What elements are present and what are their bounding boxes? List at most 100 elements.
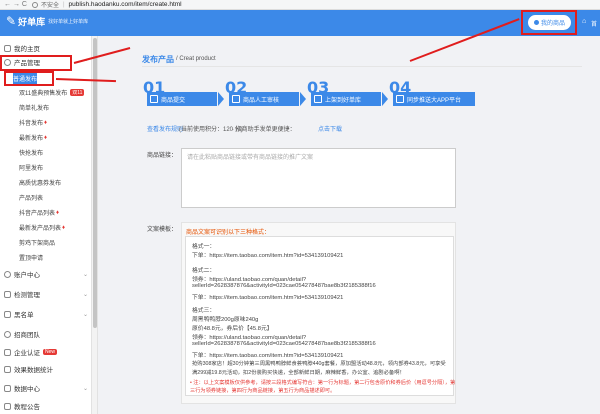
sidebar-sub-label: 双11盛典预售发布: [19, 91, 68, 97]
sidebar-item-label: 效果数据统计: [14, 367, 53, 374]
fire-icon: ♦: [44, 119, 48, 126]
sync-icon: [396, 95, 404, 103]
format-note: • 注：以上文案模板仅供参考，请按三段格式编写符合：第一行为标题，第二行包含原价…: [190, 380, 456, 386]
browser-address-bar: ← → C 不安全 | publish.haodanku.com/item/cr…: [0, 0, 600, 10]
sidebar-sub-label: 抖音产品列表: [19, 211, 56, 217]
format-line: 抢购308家店！超30分钟第三周黑鸭鸭脖鲜食荟鸭脖440g套餐，原加盟活动48.…: [192, 361, 446, 367]
sidebar-sub-douyin-publish[interactable]: 抖音发布 ♦: [19, 117, 47, 128]
sidebar-item-account[interactable]: 账户中心 ⌄: [0, 268, 92, 280]
sidebar-sub-top-apply[interactable]: 置顶申请: [19, 252, 43, 263]
sidebar-sub-latest-publish[interactable]: 最新发布 ♦: [19, 132, 47, 143]
link-field-label: 商品链接：: [147, 153, 178, 159]
plugin-download-link[interactable]: 点击下载: [318, 124, 342, 133]
sidebar-sub-label: 简单礼发布: [19, 106, 50, 112]
home-label[interactable]: 首: [591, 19, 597, 28]
step-arrow-icon: [218, 92, 224, 106]
sidebar-item-home[interactable]: 我的主页: [0, 42, 92, 54]
sidebar-sub-label: 高质优惠券发布: [19, 181, 62, 187]
step-label: 同步推送大APP平台: [407, 97, 462, 104]
logo[interactable]: ✎ 好单库 找好单就上好单库: [6, 14, 88, 28]
format-heading: 商品文案可识别以下三种格式：: [186, 230, 271, 236]
sidebar-sub-label: 阿里发布: [19, 166, 44, 172]
highlight-product-management: [0, 55, 72, 71]
url-field[interactable]: publish.haodanku.com/item/create.html: [69, 1, 182, 8]
sidebar-item-label: 教程公告: [14, 404, 40, 411]
step-bar: 商品人工审核: [229, 92, 299, 106]
browser-nav-buttons[interactable]: ← → C: [4, 1, 27, 8]
step-arrow-icon: [300, 92, 306, 106]
blacklist-icon: [4, 310, 11, 318]
highlight-normal-publish: [4, 71, 54, 86]
sidebar-item-blacklist[interactable]: 黑名单 ⌄: [0, 308, 92, 320]
home-menu-icon: [4, 44, 11, 52]
step-label: 商品提交: [161, 97, 186, 104]
step-bar: 上架到好单库: [311, 92, 381, 106]
chevron-down-icon: ⌄: [82, 385, 88, 392]
plugin-text: · 招商助手发单更便捷：: [232, 127, 296, 133]
step-arrow-icon: [382, 92, 388, 106]
sidebar-sub-offline-goods[interactable]: 剪鸡下架商品: [19, 237, 55, 248]
fire-icon: ♦: [56, 209, 60, 216]
sidebar-sub-quick-publish[interactable]: 快抢发布: [19, 147, 43, 158]
sidebar-sub-simple-gift[interactable]: 简单礼发布: [19, 102, 49, 113]
new-badge: New: [43, 349, 58, 355]
fire-icon: ♦: [44, 134, 48, 141]
sidebar-sub-product-list[interactable]: 产品列表: [19, 192, 43, 203]
publish-rules-link[interactable]: 查看发布规则: [147, 124, 183, 133]
submit-icon: [150, 95, 158, 103]
sidebar-item-data-center[interactable]: 数据中心 ⌄: [0, 382, 92, 394]
step-label: 商品人工审核: [243, 97, 280, 104]
book-icon: [4, 402, 11, 410]
format-line: 下单：https://item.taobao.com/item.htm?id=5…: [192, 295, 344, 301]
scrollbar-thumb[interactable]: [93, 38, 97, 328]
format-line: 领券：https://uland.taobao.com/quan/detail?: [192, 277, 307, 283]
format-line: 满299减19.8元活动，扣2份装购买快递，全部新鲜日期，麻辣鲜香，办公室、追剧…: [192, 370, 405, 376]
publish-steps: 01 商品提交 02 商品人工审核 03 上架到好单库 04 同步推送大APP平…: [143, 78, 475, 108]
sidebar-item-label: 我的主页: [14, 46, 40, 53]
sidebar-sub-ali-publish[interactable]: 阿里发布: [19, 162, 43, 173]
format-line: 下单：https://item.taobao.com/item.htm?id=5…: [192, 353, 344, 359]
logo-mark-icon: ✎: [6, 14, 17, 28]
sidebar-item-label: 企业认证: [14, 350, 40, 357]
user-icon: [4, 270, 11, 278]
fire-icon: ♦: [62, 224, 66, 231]
sidebar-scrollbar[interactable]: [92, 36, 98, 414]
format-label: 文案模板：: [147, 227, 178, 233]
sidebar-item-enterprise-cert[interactable]: 企业认证 New: [0, 346, 92, 358]
sidebar-item-inspection[interactable]: 检测管理 ⌄: [0, 288, 92, 300]
format-template-box: 商品文案可识别以下三种格式： 格式一： 下单：https://item.taob…: [181, 222, 456, 404]
team-icon: [4, 330, 11, 338]
home-icon[interactable]: ⌂: [582, 18, 586, 25]
step-label: 上架到好单库: [325, 97, 362, 104]
breadcrumb: / Creat product: [176, 56, 216, 62]
logo-slogan: 找好单就上好单库: [48, 18, 89, 25]
format-line: 格式二：: [192, 268, 216, 274]
format-line: 周黑鸭鸭脖200g原味240g: [192, 317, 259, 323]
info-icon: [31, 1, 38, 8]
step-bar: 商品提交: [147, 92, 217, 106]
sidebar-sub-coupon-publish[interactable]: 高质优惠券发布: [19, 177, 61, 188]
sidebar-sub-label: 抖音发布: [19, 121, 44, 127]
sidebar-item-label: 检测管理: [14, 292, 40, 299]
format-line: 下单：https://item.taobao.com/item.htm?id=5…: [192, 253, 344, 259]
sidebar-item-stats[interactable]: 效果数据统计: [0, 363, 92, 375]
logo-name: 好单库: [18, 16, 46, 27]
sidebar-item-team[interactable]: 招商团队: [0, 328, 92, 340]
sidebar-item-label: 账户中心: [14, 272, 40, 279]
format-line: 领券：https://uland.taobao.com/quan/detail?: [192, 335, 307, 341]
sidebar-sub-double11-publish[interactable]: 双11盛典预售发布 双11: [19, 87, 85, 98]
product-link-textarea[interactable]: 请在此粘贴商品链接或带有商品链接的推广文案: [181, 148, 456, 208]
check-icon: [4, 290, 11, 298]
database-icon: [4, 384, 11, 392]
page-title: 发布产品: [142, 55, 174, 64]
double11-badge: 双11: [70, 89, 85, 96]
format-line: 原价48.8元，券后价【45.8元】: [192, 326, 273, 332]
cert-icon: [4, 348, 11, 356]
sidebar-item-tutorials[interactable]: 教程公告: [0, 400, 92, 412]
sidebar-item-label: 黑名单: [14, 312, 34, 319]
sidebar-item-label: 招商团队: [14, 332, 40, 339]
step-bar: 同步推送大APP平台: [393, 92, 475, 106]
sidebar-sub-latest-list[interactable]: 最新发产品列表 ♦: [19, 222, 65, 233]
sidebar-sub-douyin-list[interactable]: 抖音产品列表 ♦: [19, 207, 59, 218]
chart-icon: [4, 365, 11, 373]
